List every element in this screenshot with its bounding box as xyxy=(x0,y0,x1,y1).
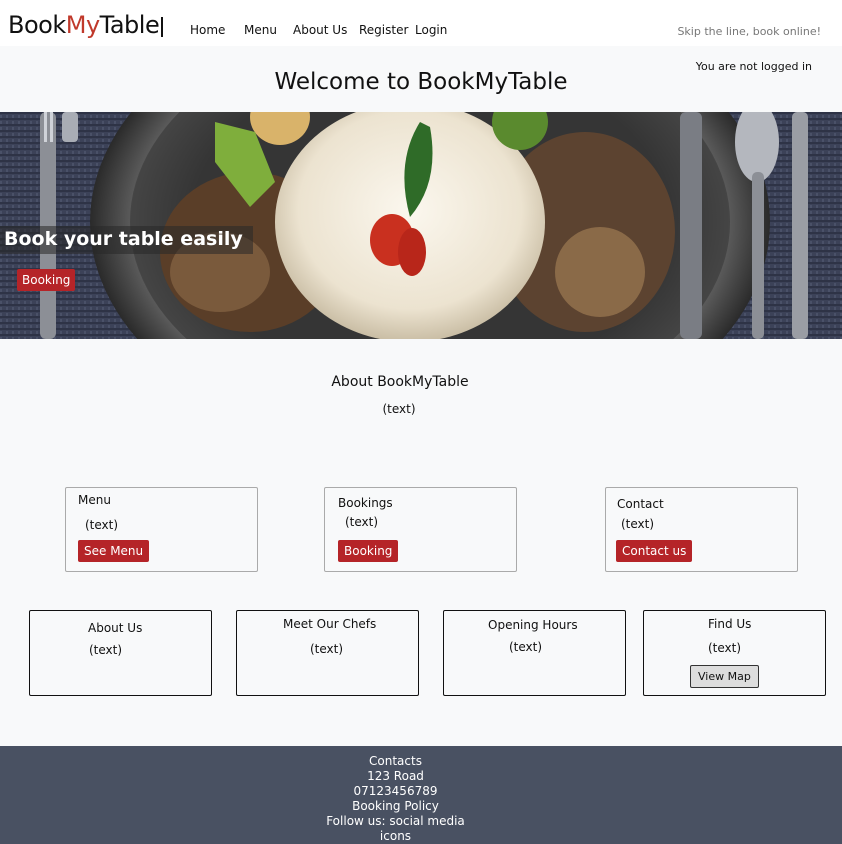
welcome-heading: Welcome to BookMyTable xyxy=(274,69,568,95)
brand-logo[interactable]: BookMyTable xyxy=(8,11,160,39)
contact-card-text: (text) xyxy=(621,517,655,531)
chefs-box: Meet Our Chefs (text) xyxy=(236,610,419,696)
nav-menu-link[interactable]: Menu xyxy=(244,22,277,38)
about-us-box-text: (text) xyxy=(89,643,123,657)
menu-card-title: Menu xyxy=(78,493,111,507)
hero-title: Book your table easily xyxy=(0,226,253,254)
chefs-box-text: (text) xyxy=(310,642,344,656)
about-text: (text) xyxy=(382,402,416,416)
menu-card-text: (text) xyxy=(85,518,119,532)
footer-phone[interactable]: 07123456789 xyxy=(320,784,471,799)
footer-booking-policy-link[interactable]: Booking Policy xyxy=(320,799,471,814)
opening-hours-box-title: Opening Hours xyxy=(488,618,578,632)
footer-contacts-heading: Contacts xyxy=(369,754,422,768)
opening-hours-box: Opening Hours (text) xyxy=(443,610,626,696)
footer-social-icons[interactable]: Follow us: social media icons xyxy=(320,814,471,844)
find-us-box-text: (text) xyxy=(708,641,742,655)
find-us-box-title: Find Us xyxy=(708,617,752,631)
contact-card-title: Contact xyxy=(617,497,664,511)
see-menu-button[interactable]: See Menu xyxy=(78,540,150,562)
bookings-card-text: (text) xyxy=(345,515,379,529)
brand-divider xyxy=(161,17,163,37)
footer-address: 123 Road xyxy=(367,769,424,783)
top-navbar: BookMyTable Home Menu About Us Register … xyxy=(0,0,842,46)
about-us-box-title: About Us xyxy=(88,621,143,635)
bookings-card-button[interactable]: Booking xyxy=(338,540,399,562)
brand-part-table: Table xyxy=(99,11,160,39)
nav-register-link[interactable]: Register xyxy=(359,22,408,38)
brand-part-my: My xyxy=(65,11,100,39)
contact-us-button[interactable]: Contact us xyxy=(616,540,693,562)
chefs-box-title: Meet Our Chefs xyxy=(283,617,377,631)
brand-part-book: Book xyxy=(8,11,66,39)
nav-about-link[interactable]: About Us xyxy=(293,22,347,38)
footer-contacts: Contacts 123 Road 07123456789 Booking Po… xyxy=(320,754,471,844)
about-us-box: About Us (text) xyxy=(29,610,212,696)
bookings-card: Bookings (text) Booking xyxy=(324,487,517,572)
bookings-card-title: Bookings xyxy=(338,496,393,510)
tagline: Skip the line, book online! xyxy=(677,25,821,38)
nav-home-link[interactable]: Home xyxy=(190,22,225,38)
about-title: About BookMyTable xyxy=(331,374,469,390)
menu-card: Menu (text) See Menu xyxy=(65,487,258,572)
footer: Contacts 123 Road 07123456789 Booking Po… xyxy=(0,746,842,844)
hero-booking-button[interactable]: Booking xyxy=(17,269,76,291)
opening-hours-box-text: (text) xyxy=(509,640,543,654)
find-us-box: Find Us (text) View Map xyxy=(643,610,826,696)
contact-card: Contact (text) Contact us xyxy=(605,487,798,572)
nav-login-link[interactable]: Login xyxy=(415,22,447,38)
view-map-button[interactable]: View Map xyxy=(690,665,759,688)
